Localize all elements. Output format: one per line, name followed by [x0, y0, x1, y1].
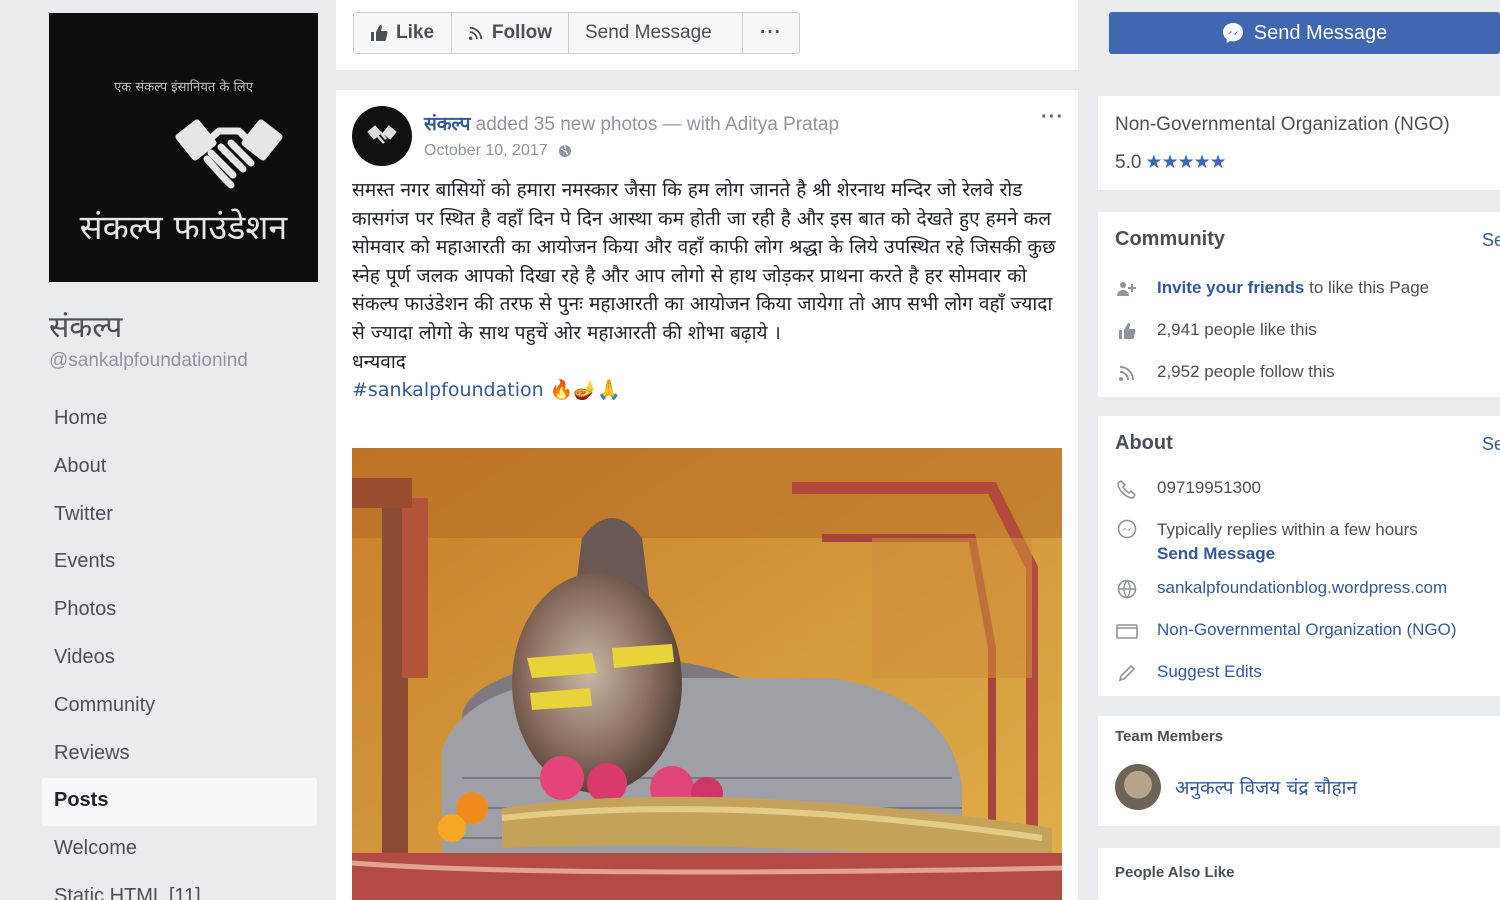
post-emojis: 🔥🪔🙏 — [549, 379, 621, 402]
page-category[interactable]: Non-Governmental Organization (NGO) — [1115, 114, 1450, 136]
invite-friends-text: to like this Page — [1304, 278, 1430, 297]
phone-row[interactable]: 09719951300 — [1115, 478, 1261, 500]
nav-posts[interactable]: Posts — [42, 778, 317, 827]
invite-friends-icon — [1115, 278, 1139, 300]
category-row[interactable]: Non-Governmental Organization (NGO) — [1115, 620, 1457, 642]
suggest-edits-row[interactable]: Suggest Edits — [1115, 662, 1262, 684]
follows-count: 2,952 people follow this — [1157, 362, 1335, 381]
rating-stars-icon: ★★★★★ — [1145, 152, 1226, 173]
post-date[interactable]: October 10, 2017 — [424, 142, 548, 160]
post-message: समस्त नगर बासियों को हमारा नमस्कार जैसा … — [352, 179, 1056, 344]
rss-follow-icon — [468, 26, 483, 41]
follow-button[interactable]: Follow — [452, 13, 569, 53]
response-time-row: Typically replies within a few hours Sen… — [1115, 518, 1418, 566]
timeline-post: संकल्प added 35 new photos — with Aditya… — [336, 90, 1078, 900]
post-options-button[interactable]: ··· — [1041, 106, 1064, 129]
messenger-icon — [1115, 518, 1139, 540]
like-label: Like — [396, 22, 435, 43]
handshake-icon — [367, 125, 397, 144]
phone-icon — [1115, 478, 1139, 500]
send-message-button[interactable]: Send Message — [569, 13, 743, 53]
community-title: Community — [1115, 228, 1225, 250]
community-card: Community Se Invite your friends to like… — [1098, 212, 1500, 397]
post-meta: October 10, 2017 — [424, 142, 572, 160]
people-also-like-title: People Also Like — [1115, 864, 1235, 881]
likes-row: 2,941 people like this — [1115, 320, 1317, 342]
logo-brand-text: संकल्प फाउंडेशन — [79, 208, 288, 248]
post-body: समस्त नगर बासियों को हमारा नमस्कार जैसा … — [352, 176, 1067, 405]
people-also-like-card: People Also Like — [1098, 848, 1500, 900]
logo-tagline: एक संकल्प इंसानियत के लिए — [114, 80, 253, 95]
about-title: About — [1115, 432, 1173, 454]
handshake-icon — [175, 119, 283, 189]
nav-reviews[interactable]: Reviews — [42, 731, 317, 779]
post-author-name[interactable]: संकल्प — [424, 113, 470, 135]
rss-follow-icon — [1115, 362, 1139, 384]
invite-friends-link[interactable]: Invite your friends — [1157, 278, 1304, 297]
page-profile-picture[interactable]: एक संकल्प इंसानियत के लिए संकल्प फाउंडेश… — [49, 13, 318, 282]
post-signoff: धन्यवाद — [352, 350, 406, 373]
post-photo[interactable] — [352, 448, 1062, 900]
nav-about[interactable]: About — [42, 444, 317, 492]
community-see-all-link[interactable]: Se — [1482, 230, 1500, 251]
team-member-name[interactable]: अनुकल्प विजय चंद्र चौहान — [1175, 774, 1357, 800]
suggest-edits-link[interactable]: Suggest Edits — [1157, 662, 1262, 682]
about-card: About Se 09719951300 Typically replies w… — [1098, 416, 1500, 696]
page-name[interactable]: संकल्प — [49, 305, 122, 346]
page-info-card: Non-Governmental Organization (NGO) 5.0 … — [1098, 96, 1500, 190]
more-options-button[interactable]: ··· — [743, 13, 799, 53]
page-rating[interactable]: 5.0 ★★★★★ — [1115, 151, 1227, 174]
invite-friends-row[interactable]: Invite your friends to like this Page — [1115, 278, 1429, 300]
page-handle[interactable]: @sankalpfoundationind — [49, 350, 248, 372]
globe-icon — [1115, 578, 1139, 600]
messenger-icon — [1222, 23, 1243, 43]
hashtag-link[interactable]: #sankalpfoundation — [352, 379, 544, 401]
follows-row: 2,952 people follow this — [1115, 362, 1335, 384]
follow-label: Follow — [491, 22, 552, 43]
likes-count: 2,941 people like this — [1157, 320, 1317, 339]
page-nav: Home About Twitter Events Photos Videos … — [42, 396, 317, 900]
left-column: एक संकल्प इंसानियत के लिए संकल्प फाउंडेश… — [0, 0, 330, 900]
post-header: संकल्प added 35 new photos — with Aditya… — [424, 110, 839, 136]
globe-icon — [558, 144, 571, 157]
category-link[interactable]: Non-Governmental Organization (NGO) — [1157, 620, 1457, 640]
team-members-title: Team Members — [1115, 728, 1224, 745]
nav-welcome[interactable]: Welcome — [42, 826, 317, 874]
team-members-card: Team Members अनुकल्प विजय चंद्र चौहान — [1098, 716, 1500, 826]
about-send-message-link[interactable]: Send Message — [1157, 542, 1418, 566]
team-member-item[interactable]: अनुकल्प विजय चंद्र चौहान — [1115, 764, 1357, 810]
rating-value: 5.0 — [1115, 151, 1142, 173]
team-member-avatar[interactable] — [1115, 764, 1161, 810]
category-tag-icon — [1115, 620, 1139, 642]
like-button[interactable]: Like — [354, 13, 452, 53]
post-action-text: added 35 new photos — with Aditya Pratap — [475, 114, 840, 135]
primary-send-message-button[interactable]: Send Message — [1109, 12, 1500, 54]
shivling-photo — [352, 448, 1062, 900]
nav-home[interactable]: Home — [42, 396, 317, 444]
response-time-text: Typically replies within a few hours — [1157, 520, 1418, 539]
nav-videos[interactable]: Videos — [42, 635, 317, 683]
nav-static-html[interactable]: Static HTML [11] — [42, 874, 317, 900]
post-author-avatar[interactable] — [352, 106, 412, 166]
thumbs-up-icon — [371, 25, 388, 41]
nav-events[interactable]: Events — [42, 539, 317, 587]
thumbs-up-icon — [1115, 320, 1139, 342]
primary-send-message-label: Send Message — [1253, 21, 1388, 44]
nav-photos[interactable]: Photos — [42, 587, 317, 635]
about-see-all-link[interactable]: Se — [1482, 434, 1500, 455]
page-action-buttons: Like Follow Send Message ··· — [353, 12, 800, 54]
website-link[interactable]: sankalpfoundationblog.wordpress.com — [1157, 578, 1447, 598]
website-row[interactable]: sankalpfoundationblog.wordpress.com — [1115, 578, 1447, 600]
pencil-icon — [1115, 662, 1139, 684]
nav-community[interactable]: Community — [42, 683, 317, 731]
nav-twitter[interactable]: Twitter — [42, 492, 317, 540]
phone-number: 09719951300 — [1157, 478, 1262, 497]
post-tags: #sankalpfoundation 🔥🪔🙏 — [352, 376, 1067, 405]
